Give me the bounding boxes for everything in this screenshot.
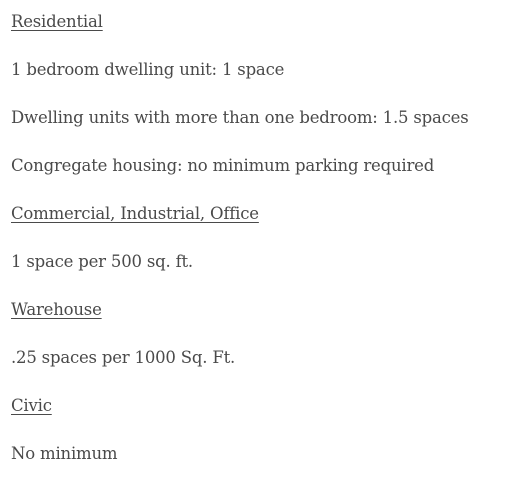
requirement-one-bedroom: 1 bedroom dwelling unit: 1 space <box>11 60 285 79</box>
requirement-warehouse: .25 spaces per 1000 Sq. Ft. <box>11 348 236 367</box>
parking-requirements: Residential 1 bedroom dwelling unit: 1 s… <box>11 8 507 488</box>
requirement-commercial: 1 space per 500 sq. ft. <box>11 252 193 271</box>
section-heading-civic: Civic <box>11 396 52 415</box>
section-heading-commercial: Commercial, Industrial, Office <box>11 204 259 223</box>
requirement-congregate-housing: Congregate housing: no minimum parking r… <box>11 156 435 175</box>
section-heading-residential: Residential <box>11 12 103 31</box>
section-heading-warehouse: Warehouse <box>11 300 102 319</box>
requirement-multi-bedroom: Dwelling units with more than one bedroo… <box>11 108 469 127</box>
requirement-civic: No minimum <box>11 444 118 463</box>
